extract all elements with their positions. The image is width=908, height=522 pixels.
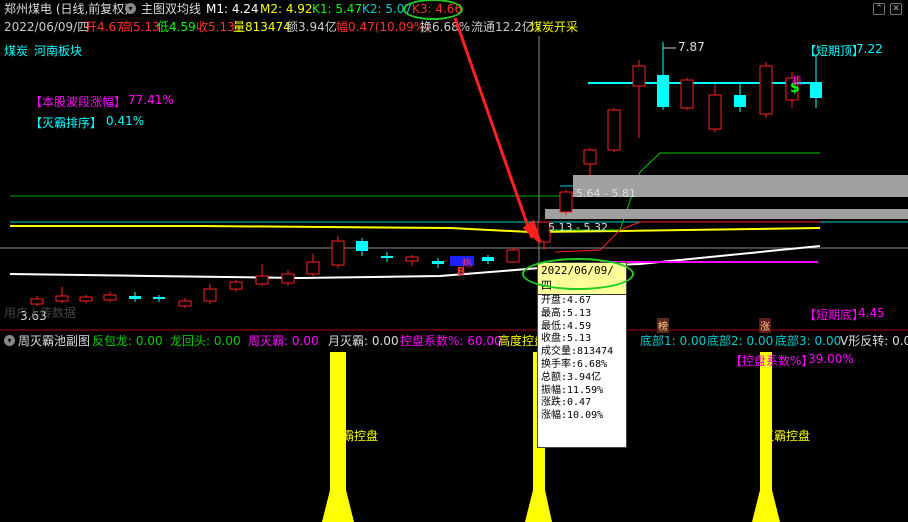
short-top-label: 【短期顶】 <box>804 44 865 58</box>
candle-down <box>657 42 669 110</box>
lower-item-dibu1: 底部1: 0.00 <box>640 334 707 348</box>
watermark: 用户上传数据 <box>4 306 77 320</box>
lower-bar-spike <box>772 490 780 522</box>
ma-yellow-line <box>10 225 821 234</box>
tooltip-row: 振幅:11.59% <box>541 384 604 396</box>
rank-value: 0.41% <box>106 114 145 128</box>
candle-up <box>632 60 646 138</box>
short-top-value: 7.22 <box>856 42 883 56</box>
tooltip-row: 换手率:6.68% <box>541 358 608 370</box>
candle-up <box>331 236 345 268</box>
sector-region[interactable]: 河南板块 <box>34 42 82 59</box>
candle-up <box>281 270 295 286</box>
control-value: 39.00% <box>808 352 854 366</box>
candle-down <box>432 258 444 268</box>
candle-down <box>381 252 393 262</box>
lower-item-vxing: V形反转: 0.00 <box>840 334 908 348</box>
tooltip-row: 最高:5.13 <box>541 307 592 319</box>
lower-item-dibu2: 底部2: 0.00 <box>707 334 774 348</box>
gray-band-lower <box>545 209 908 219</box>
candle-up <box>680 78 694 110</box>
tooltip-row: 收盘:5.13 <box>541 333 592 345</box>
sector-industry[interactable]: 煤炭 <box>4 42 28 59</box>
band-upper-label: 5.64 - 5.81 <box>576 187 636 200</box>
dropdown-icon[interactable]: ▾ <box>4 335 15 346</box>
candle-up <box>79 295 93 303</box>
lower-item-yuemieba: 月灭霸: 0.00 <box>328 334 399 348</box>
candle-up <box>506 248 520 263</box>
control-label: 【控盘系数%】 <box>730 354 814 368</box>
candle-down <box>482 255 494 264</box>
range-value: 77.41% <box>128 93 174 107</box>
candle-up <box>255 264 269 286</box>
lower-pane-header: ▾ 周灭霸池副图 反包龙: 0.00 龙回头: 0.00 周灭霸: 0.00 月… <box>0 332 908 350</box>
tooltip-row: 成交量:813474 <box>541 346 614 358</box>
annotation-arrow <box>453 17 534 239</box>
candle-up <box>203 284 217 304</box>
bar-label: 灭霸控盘 <box>762 429 811 443</box>
band-lower-label: 5.13 - 5.32 <box>548 221 608 234</box>
rank-label: 【灭霸排序】 <box>30 116 103 130</box>
tooltip-row: 总额:3.94亿 <box>541 371 602 383</box>
highlight-ellipse-date <box>522 258 634 290</box>
candle-down <box>734 84 746 112</box>
lower-item-longhuitou: 龙回头: 0.00 <box>170 334 241 348</box>
peak-price: 7.87 <box>678 40 705 54</box>
range-label: 【本股波段涨幅】 <box>30 95 127 109</box>
tooltip-row: 开盘:4.67 <box>541 295 592 306</box>
candle-up <box>583 148 597 175</box>
lower-indicator-name[interactable]: 周灭霸池副图 <box>18 332 90 350</box>
bang-tag: 榜 <box>657 318 669 333</box>
lower-bar-spike <box>752 490 760 522</box>
candle-down <box>810 54 822 108</box>
bar-label: 灭霸控盘 <box>330 429 379 443</box>
candle-up <box>607 108 621 152</box>
candle-up <box>178 298 192 308</box>
lower-bar-spike <box>322 490 330 522</box>
tooltip-row: 最低:4.59 <box>541 320 592 332</box>
candle-down <box>356 238 368 256</box>
candle-up <box>229 280 243 292</box>
zhang-tag: 涨 <box>759 318 771 333</box>
short-bottom-label: 【短期底】 <box>804 308 865 322</box>
candle-up <box>559 190 573 215</box>
candle-up <box>55 287 69 303</box>
candle-up <box>103 292 117 302</box>
lower-item-kongpan: 控盘系数%: 60.00 <box>400 334 502 348</box>
tooltip-row: 涨跌:0.47 <box>541 397 592 409</box>
lower-bar-spike <box>545 490 552 522</box>
ji-tag: 机 <box>792 76 802 87</box>
b-tag: B <box>457 265 466 278</box>
candle-up <box>759 62 773 118</box>
candle-up <box>405 255 419 266</box>
short-bottom-value: 4.45 <box>858 306 885 320</box>
candle-up <box>306 254 320 276</box>
candle-down <box>129 292 141 302</box>
lower-bar-spike <box>346 490 354 522</box>
tooltip-row: 涨幅:10.09% <box>541 410 604 422</box>
lower-item-zhoumieba: 周灭霸: 0.00 <box>248 334 319 348</box>
lower-bar-spike <box>525 490 533 522</box>
lower-item-dibu3: 底部3: 0.00 <box>775 334 842 348</box>
candle-up <box>708 84 722 132</box>
lower-item-fanbaolong: 反包龙: 0.00 <box>92 334 163 348</box>
candle-down <box>153 295 165 302</box>
